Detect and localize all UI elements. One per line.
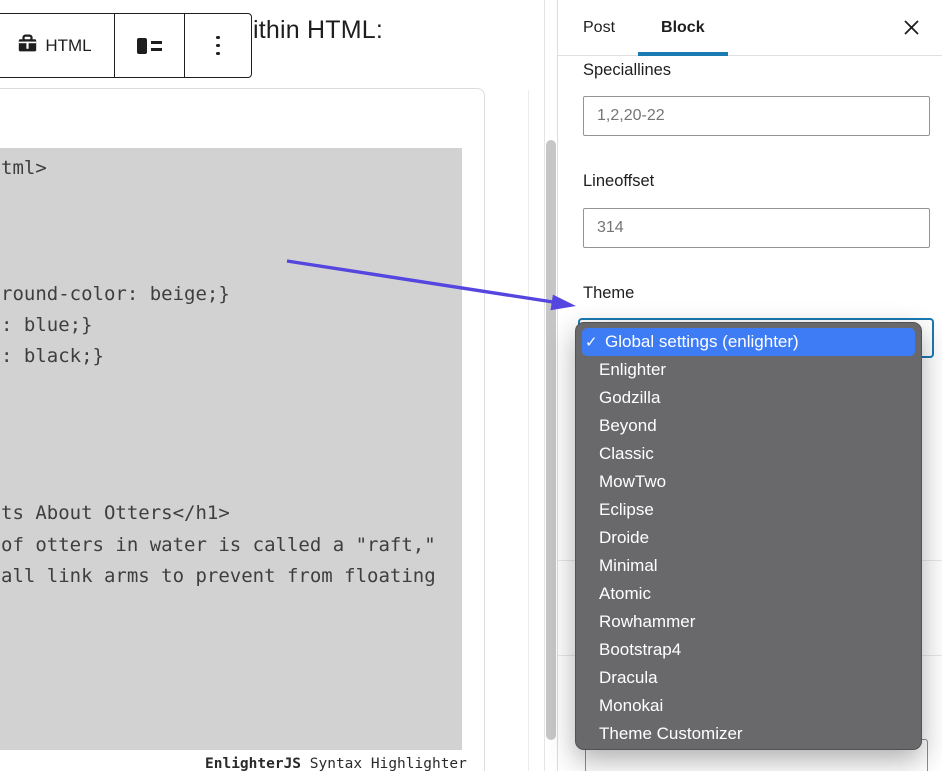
theme-option-label: Minimal [599, 556, 658, 576]
theme-option-label: MowTwo [599, 472, 666, 492]
close-icon [902, 18, 921, 37]
theme-option[interactable]: MowTwo [576, 468, 921, 496]
block-caption: EnlighterJS Syntax Highlighter [205, 756, 467, 771]
theme-option[interactable]: Dracula [576, 664, 921, 692]
theme-option[interactable]: Rowhammer [576, 608, 921, 636]
caption-rest: Syntax Highlighter [301, 756, 467, 771]
sidebar-tabs: Post Block [558, 0, 942, 56]
scrollbar-track-line [544, 0, 545, 771]
code-text[interactable]: tml> round-color: beige;} : blue;} : bla… [1, 153, 436, 593]
block-options-button[interactable] [184, 14, 251, 77]
options-kebab-icon [216, 36, 220, 56]
theme-option-label: Droide [599, 528, 649, 548]
theme-option[interactable]: Classic [576, 440, 921, 468]
speciallines-input[interactable] [583, 96, 930, 136]
theme-dropdown-menu: ✓Global settings (enlighter) Enlighter God… [575, 322, 922, 750]
theme-option[interactable]: Droide [576, 524, 921, 552]
theme-option[interactable]: Monokai [576, 692, 921, 720]
theme-option-label: Monokai [599, 696, 663, 716]
lineoffset-input[interactable] [583, 208, 930, 248]
page-heading: ithin HTML: [253, 16, 383, 45]
caption-brand: EnlighterJS [205, 756, 301, 771]
editor-edge-line [528, 90, 529, 771]
theme-option-label: Rowhammer [599, 612, 695, 632]
theme-option[interactable]: ✓Global settings (enlighter) [582, 328, 915, 356]
tab-block[interactable]: Block [638, 0, 728, 56]
theme-option-label: Godzilla [599, 388, 660, 408]
theme-option[interactable]: Atomic [576, 580, 921, 608]
theme-option-label: Eclipse [599, 500, 654, 520]
block-toolbar: HTML [0, 13, 252, 78]
theme-option-label: Atomic [599, 584, 651, 604]
theme-option-label: Theme Customizer [599, 724, 743, 744]
block-switcher-button[interactable] [114, 14, 184, 77]
theme-option[interactable]: Theme Customizer [576, 720, 921, 748]
html-button-label: HTML [45, 36, 91, 56]
theme-label: Theme [583, 284, 634, 303]
block-switcher-icon [137, 38, 162, 54]
theme-option[interactable]: Godzilla [576, 384, 921, 412]
theme-option[interactable]: Beyond [576, 412, 921, 440]
close-sidebar-button[interactable] [900, 16, 922, 38]
html-block-type-button[interactable]: HTML [0, 14, 114, 77]
theme-option[interactable]: Minimal [576, 552, 921, 580]
theme-option-label: Beyond [599, 416, 657, 436]
theme-option-label: Global settings (enlighter) [605, 332, 799, 352]
theme-option-label: Enlighter [599, 360, 666, 380]
theme-option-label: Bootstrap4 [599, 640, 681, 660]
theme-option[interactable]: Enlighter [576, 356, 921, 384]
speciallines-label: Speciallines [583, 61, 671, 80]
theme-option-label: Dracula [599, 668, 658, 688]
theme-option[interactable]: Eclipse [576, 496, 921, 524]
checkmark-icon: ✓ [585, 333, 605, 351]
toolbox-icon [17, 33, 38, 59]
theme-option[interactable]: Bootstrap4 [576, 636, 921, 664]
tab-post[interactable]: Post [560, 0, 638, 56]
theme-option-label: Classic [599, 444, 654, 464]
lineoffset-label: Lineoffset [583, 172, 654, 191]
vertical-scrollbar-thumb[interactable] [546, 140, 556, 740]
